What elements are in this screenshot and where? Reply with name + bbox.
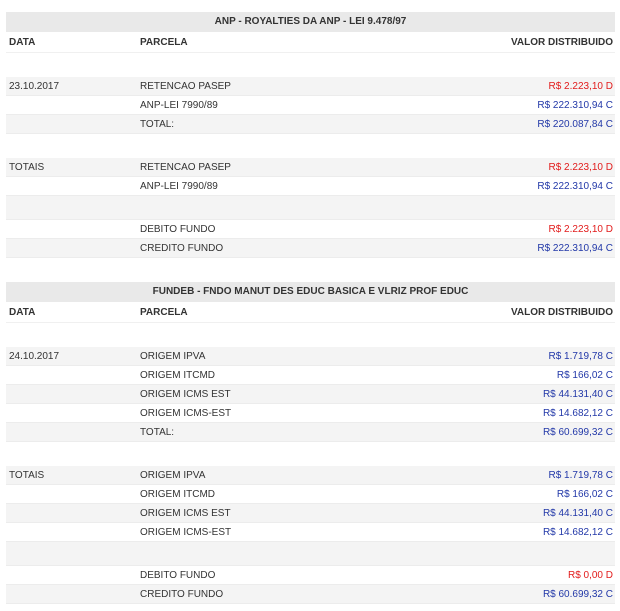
table-row: ORIGEM ICMS EST R$ 44.131,40 C [6, 385, 615, 404]
totais-row: ORIGEM ICMS-EST R$ 14.682,12 C [6, 523, 615, 542]
totais-row: TOTAIS ORIGEM IPVA R$ 1.719,78 C [6, 466, 615, 485]
section-title: ANP - ROYALTIES DA ANP - LEI 9.478/97 [6, 12, 615, 32]
row-valor: R$ 1.719,78 C [548, 470, 614, 481]
header-date: DATA [9, 37, 36, 48]
row-parcela: TOTAL: [140, 119, 175, 130]
row-valor: R$ 2.223,10 D [548, 162, 614, 173]
row-date [6, 239, 140, 257]
fundo-row: CREDITO FUNDO R$ 60.699,32 C [6, 585, 615, 604]
row-parcela: ORIGEM IPVA [140, 351, 206, 362]
column-header-row: DATA PARCELA VALOR DISTRIBUIDO [6, 32, 615, 53]
row-valor: R$ 60.699,32 C [542, 589, 613, 600]
row-date: 23.10.2017 [9, 81, 60, 92]
row-valor: R$ 60.699,32 C [542, 427, 613, 438]
section-fundeb: FUNDEB - FNDO MANUT DES EDUC BASICA E VL… [6, 282, 615, 604]
row-parcela: RETENCAO PASEP [140, 81, 231, 92]
fundo-row: CREDITO FUNDO R$ 222.310,94 C [6, 239, 615, 258]
header-parcela: PARCELA [140, 307, 188, 318]
row-date [6, 220, 140, 238]
section-anp: ANP - ROYALTIES DA ANP - LEI 9.478/97 DA… [6, 12, 615, 282]
row-valor: R$ 14.682,12 C [542, 527, 613, 538]
row-parcela: ORIGEM ICMS-EST [140, 408, 232, 419]
row-date [6, 385, 140, 403]
row-parcela: ORIGEM ICMS-EST [140, 527, 232, 538]
row-date: TOTAIS [9, 162, 45, 173]
report: ANP - ROYALTIES DA ANP - LEI 9.478/97 DA… [6, 12, 615, 604]
totais-row: ORIGEM ICMS EST R$ 44.131,40 C [6, 504, 615, 523]
section-title: FUNDEB - FNDO MANUT DES EDUC BASICA E VL… [6, 282, 615, 302]
totais-row: ANP-LEI 7990/89 R$ 222.310,94 C [6, 177, 615, 196]
totais-row: ORIGEM ITCMD R$ 166,02 C [6, 485, 615, 504]
row-date [6, 504, 140, 522]
row-valor: R$ 44.131,40 C [542, 389, 613, 400]
row-parcela: ANP-LEI 7990/89 [140, 181, 218, 192]
row-parcela: DEBITO FUNDO [140, 570, 216, 581]
row-valor: R$ 166,02 C [556, 370, 613, 381]
row-date [6, 423, 140, 441]
row-valor: R$ 44.131,40 C [542, 508, 613, 519]
row-parcela: ORIGEM ICMS EST [140, 508, 231, 519]
row-parcela: TOTAL: [140, 427, 175, 438]
row-valor: R$ 1.719,78 C [548, 351, 614, 362]
row-parcela: ORIGEM ITCMD [140, 370, 215, 381]
row-date [6, 177, 140, 195]
table-row-total: TOTAL: R$ 60.699,32 C [6, 423, 615, 442]
totais-row: TOTAIS RETENCAO PASEP R$ 2.223,10 D [6, 158, 615, 177]
row-parcela: ORIGEM ITCMD [140, 489, 215, 500]
row-valor: R$ 166,02 C [556, 489, 613, 500]
table-row: 24.10.2017 ORIGEM IPVA R$ 1.719,78 C [6, 347, 615, 366]
table-row: ORIGEM ITCMD R$ 166,02 C [6, 366, 615, 385]
row-valor: R$ 220.087,84 C [537, 119, 613, 130]
row-parcela: CREDITO FUNDO [140, 243, 224, 254]
row-valor: R$ 2.223,10 D [548, 224, 614, 235]
fundo-row: DEBITO FUNDO R$ 2.223,10 D [6, 220, 615, 239]
row-date: 24.10.2017 [9, 351, 60, 362]
row-date: TOTAIS [9, 470, 45, 481]
row-parcela: DEBITO FUNDO [140, 224, 216, 235]
row-parcela: ANP-LEI 7990/89 [140, 100, 218, 111]
column-header-row: DATA PARCELA VALOR DISTRIBUIDO [6, 302, 615, 323]
row-parcela: RETENCAO PASEP [140, 162, 231, 173]
row-date [6, 485, 140, 503]
row-parcela: ORIGEM ICMS EST [140, 389, 231, 400]
row-valor: R$ 0,00 D [567, 570, 613, 581]
row-parcela: ORIGEM IPVA [140, 470, 206, 481]
row-date [6, 585, 140, 603]
row-date [6, 523, 140, 541]
row-date [6, 404, 140, 422]
header-parcela: PARCELA [140, 37, 188, 48]
spacer-row [6, 542, 615, 566]
row-valor: R$ 14.682,12 C [542, 408, 613, 419]
table-row: ANP-LEI 7990/89 R$ 222.310,94 C [6, 96, 615, 115]
table-row-total: TOTAL: R$ 220.087,84 C [6, 115, 615, 134]
header-date: DATA [9, 307, 36, 318]
row-valor: R$ 222.310,94 C [537, 181, 613, 192]
row-valor: R$ 222.310,94 C [537, 243, 613, 254]
header-valor: VALOR DISTRIBUIDO [510, 307, 613, 318]
table-row: 23.10.2017 RETENCAO PASEP R$ 2.223,10 D [6, 77, 615, 96]
row-valor: R$ 2.223,10 D [548, 81, 614, 92]
row-date [6, 566, 140, 584]
table-row: ORIGEM ICMS-EST R$ 14.682,12 C [6, 404, 615, 423]
fundo-row: DEBITO FUNDO R$ 0,00 D [6, 566, 615, 585]
header-valor: VALOR DISTRIBUIDO [510, 37, 613, 48]
row-parcela: CREDITO FUNDO [140, 589, 224, 600]
row-date [6, 366, 140, 384]
spacer-row [6, 196, 615, 220]
row-valor: R$ 222.310,94 C [537, 100, 613, 111]
row-date [6, 96, 140, 114]
row-date [6, 115, 140, 133]
